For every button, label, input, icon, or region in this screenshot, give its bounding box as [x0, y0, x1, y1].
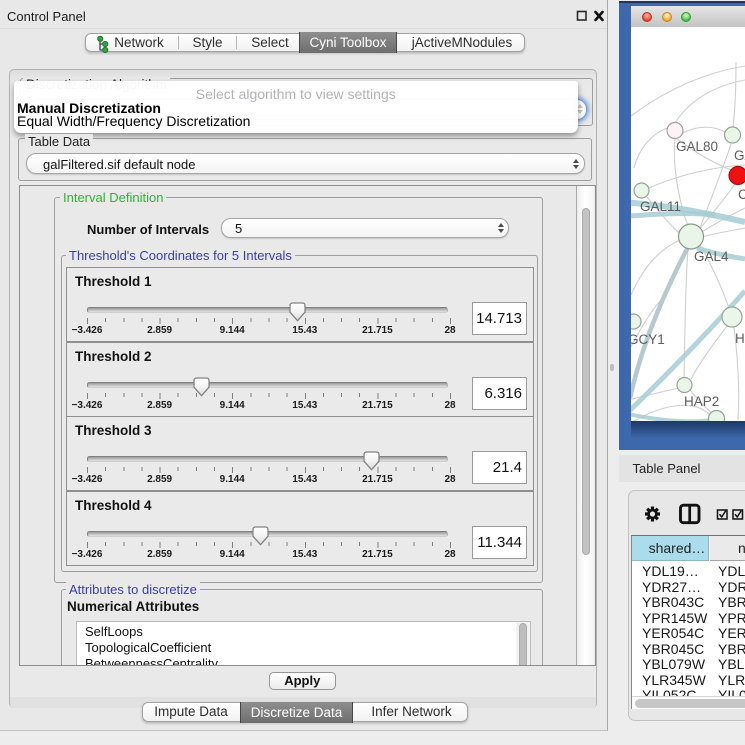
svg-text:GA: GA: [734, 148, 745, 163]
svg-text:HIS4: HIS4: [735, 331, 745, 346]
svg-text:HAP2: HAP2: [684, 394, 719, 409]
svg-text:GAL80: GAL80: [676, 139, 718, 154]
svg-text:GAL11: GAL11: [640, 199, 681, 214]
svg-text:GCY1: GCY1: [631, 332, 665, 347]
svg-text:GAL4: GAL4: [694, 249, 729, 264]
svg-text:CD: CD: [738, 187, 745, 202]
